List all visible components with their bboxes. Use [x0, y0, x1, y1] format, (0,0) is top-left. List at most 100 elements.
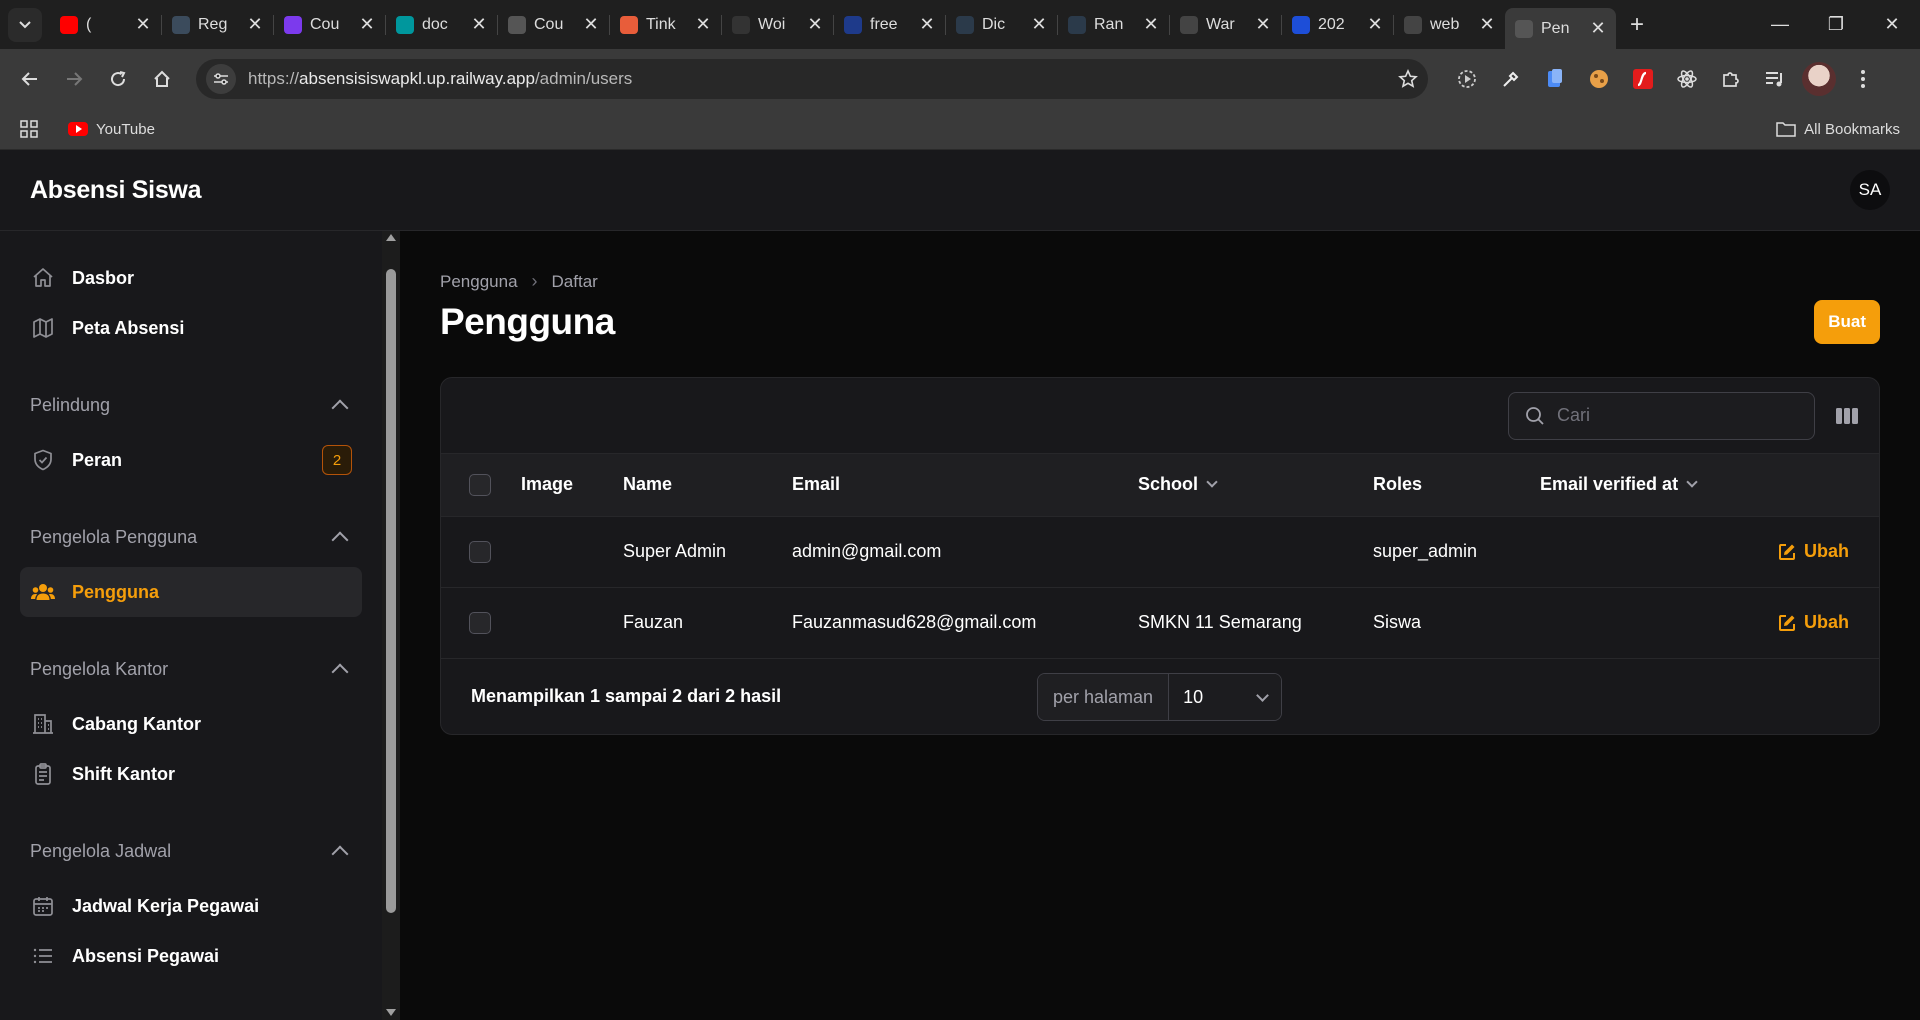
- close-tab-icon[interactable]: ✕: [1255, 14, 1271, 35]
- sidebar-item-peta-absensi[interactable]: Peta Absensi: [20, 303, 362, 353]
- column-header-email-verified[interactable]: Email verified at: [1540, 454, 1739, 516]
- close-tab-icon[interactable]: ✕: [583, 14, 599, 35]
- restore-button[interactable]: ❐: [1808, 0, 1864, 49]
- close-tab-icon[interactable]: ✕: [807, 14, 823, 35]
- close-tab-icon[interactable]: ✕: [1479, 14, 1495, 35]
- forward-button[interactable]: [56, 61, 92, 97]
- sidebar-item-absensi-pegawai[interactable]: Absensi Pegawai: [20, 931, 362, 981]
- browser-tab[interactable]: War ✕: [1170, 7, 1281, 43]
- chevron-right-icon: ›: [531, 271, 538, 291]
- close-tab-icon[interactable]: ✕: [1367, 14, 1383, 35]
- browser-tab[interactable]: 202 ✕: [1282, 7, 1393, 43]
- tab-title: 202: [1318, 15, 1345, 33]
- browser-tab[interactable]: Cou ✕: [274, 7, 385, 43]
- breadcrumb-pengguna[interactable]: Pengguna: [440, 272, 518, 292]
- close-tab-icon[interactable]: ✕: [919, 14, 935, 35]
- close-tab-icon[interactable]: ✕: [359, 14, 375, 35]
- app-brand[interactable]: Absensi Siswa: [30, 176, 201, 205]
- close-tab-icon[interactable]: ✕: [135, 14, 151, 35]
- column-toggle-icon[interactable]: [1835, 404, 1859, 428]
- browser-tab[interactable]: Woi ✕: [722, 7, 833, 43]
- sidebar-item-jadwal-kerja-pegawai[interactable]: Jadwal Kerja Pegawai: [20, 881, 362, 931]
- browser-tab[interactable]: Reg ✕: [162, 7, 273, 43]
- minimize-button[interactable]: —: [1752, 0, 1808, 49]
- browser-tab[interactable]: Dic ✕: [946, 7, 1057, 43]
- react-devtools-icon[interactable]: [1670, 62, 1704, 96]
- home-button[interactable]: [144, 61, 180, 97]
- sidebar-group-pengelola-kantor[interactable]: Pengelola Kantor: [20, 649, 362, 689]
- new-tab-button[interactable]: +: [1620, 11, 1654, 39]
- media-icon[interactable]: [1450, 62, 1484, 96]
- table-row[interactable]: Fauzan Fauzanmasud628@gmail.com SMKN 11 …: [441, 587, 1879, 658]
- scroll-down-arrow-icon[interactable]: [386, 1009, 396, 1016]
- row-checkbox[interactable]: [469, 611, 491, 634]
- sidebar-group-pengelola-pengguna[interactable]: Pengelola Pengguna: [20, 517, 362, 557]
- sort-chevron-icon: [1686, 476, 1698, 488]
- flash-extension-icon[interactable]: [1626, 62, 1660, 96]
- browser-tab[interactable]: Pen ✕: [1505, 8, 1616, 49]
- star-icon[interactable]: [1398, 69, 1418, 89]
- per-page-dropdown[interactable]: 10: [1169, 674, 1282, 720]
- puzzle-icon[interactable]: [1714, 62, 1748, 96]
- per-page-select[interactable]: per halaman 10: [1037, 673, 1283, 721]
- browser-tab[interactable]: Cou ✕: [498, 7, 609, 43]
- apps-grid-icon[interactable]: [20, 120, 38, 138]
- sidebar-item-cabang-kantor[interactable]: Cabang Kantor: [20, 699, 362, 749]
- close-tab-icon[interactable]: ✕: [1031, 14, 1047, 35]
- tab-favicon-icon: [284, 15, 302, 34]
- edit-button[interactable]: Ubah: [1739, 541, 1879, 562]
- scroll-up-arrow-icon[interactable]: [386, 234, 396, 241]
- close-tab-icon[interactable]: ✕: [471, 14, 487, 35]
- column-header-school[interactable]: School: [1138, 454, 1373, 516]
- create-button[interactable]: Buat: [1814, 300, 1880, 344]
- close-tab-icon[interactable]: ✕: [695, 14, 711, 35]
- all-bookmarks-button[interactable]: All Bookmarks: [1776, 121, 1900, 138]
- eyedropper-icon[interactable]: [1494, 62, 1528, 96]
- browser-tab[interactable]: Ran ✕: [1058, 7, 1169, 43]
- media-queue-icon[interactable]: [1758, 62, 1792, 96]
- sidebar-group-pengelola-jadwal[interactable]: Pengelola Jadwal: [20, 831, 362, 871]
- browser-tab[interactable]: web ✕: [1394, 7, 1505, 43]
- sidebar-item-pengguna[interactable]: Pengguna: [20, 567, 362, 617]
- row-checkbox[interactable]: [469, 540, 491, 563]
- close-tab-icon[interactable]: ✕: [247, 14, 263, 35]
- reload-button[interactable]: [100, 61, 136, 97]
- url-bar[interactable]: https://absensisiswapkl.up.railway.app/a…: [196, 59, 1428, 99]
- bookmark-youtube[interactable]: YouTube: [68, 121, 155, 138]
- table-row[interactable]: Super Admin admin@gmail.com super_admin …: [441, 516, 1879, 587]
- column-header-name: Name: [623, 474, 673, 495]
- browser-tab[interactable]: Tink ✕: [610, 7, 721, 43]
- sidebar-item-dasbor[interactable]: Dasbor: [20, 253, 362, 303]
- select-all-checkbox[interactable]: [469, 473, 491, 496]
- tab-favicon-icon: [60, 15, 78, 34]
- docs-extension-icon[interactable]: [1538, 62, 1572, 96]
- close-tab-icon[interactable]: ✕: [1590, 18, 1606, 39]
- close-window-button[interactable]: ✕: [1864, 0, 1920, 49]
- browser-tab[interactable]: free ✕: [834, 7, 945, 43]
- scrollbar-thumb[interactable]: [386, 269, 396, 913]
- sidebar-scrollbar[interactable]: [382, 231, 400, 1020]
- cell-email-verified: [1540, 587, 1739, 658]
- browser-tab[interactable]: doc ✕: [386, 7, 497, 43]
- tab-favicon-icon: [1068, 15, 1086, 34]
- url-scheme: https://: [248, 69, 300, 88]
- back-button[interactable]: [12, 61, 48, 97]
- bookmarks-bar: YouTube All Bookmarks: [0, 109, 1920, 150]
- tab-search-button[interactable]: [8, 7, 42, 42]
- per-page-value: 10: [1183, 686, 1204, 707]
- url-path: /admin/users: [534, 69, 633, 88]
- close-tab-icon[interactable]: ✕: [1143, 14, 1159, 35]
- kebab-menu-icon[interactable]: [1846, 62, 1880, 96]
- site-info-icon[interactable]: [206, 64, 236, 94]
- chevron-down-icon: [1256, 688, 1269, 702]
- sidebar-item-peran[interactable]: Peran 2: [20, 435, 362, 485]
- edit-button[interactable]: Ubah: [1739, 612, 1879, 633]
- profile-avatar[interactable]: [1802, 62, 1836, 96]
- user-avatar[interactable]: SA: [1850, 170, 1890, 210]
- cookie-extension-icon[interactable]: [1582, 62, 1616, 96]
- browser-tab[interactable]: (✕: [50, 7, 161, 43]
- sidebar-item-shift-kantor[interactable]: Shift Kantor: [20, 749, 362, 799]
- search-input[interactable]: Cari: [1508, 391, 1815, 440]
- table-toolbar: Cari: [441, 378, 1879, 454]
- sidebar-group-pelindung[interactable]: Pelindung: [20, 385, 362, 425]
